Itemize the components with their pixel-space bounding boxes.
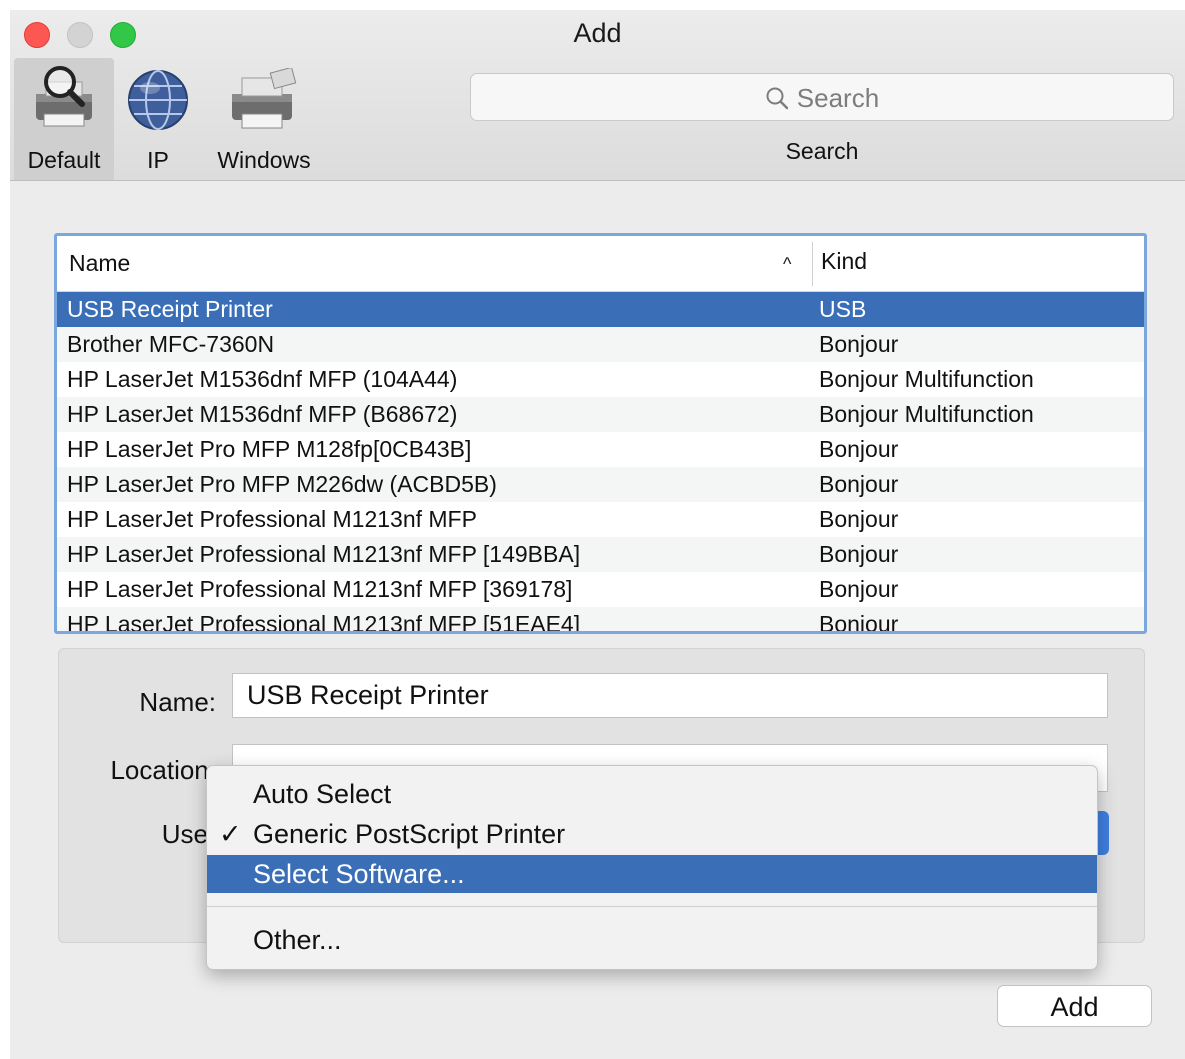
table-row[interactable]: HP LaserJet Pro MFP M226dw (ACBD5B) Bonjo… bbox=[57, 467, 1144, 502]
menu-item-label: Auto Select bbox=[253, 779, 392, 809]
add-button[interactable]: Add bbox=[997, 985, 1152, 1027]
column-divider bbox=[812, 242, 813, 286]
menu-item-label: Select Software... bbox=[253, 859, 465, 889]
printer-name: HP LaserJet M1536dnf MFP (104A44) bbox=[67, 366, 458, 392]
sort-ascending-icon[interactable]: ^ bbox=[783, 254, 791, 275]
tab-ip-label: IP bbox=[147, 147, 169, 173]
table-row[interactable]: HP LaserJet Pro MFP M128fp[0CB43B] Bonjou… bbox=[57, 432, 1144, 467]
printer-name: HP LaserJet Pro MFP M128fp[0CB43B] bbox=[67, 436, 472, 462]
table-row[interactable]: HP LaserJet M1536dnf MFP (B68672) Bonjour… bbox=[57, 397, 1144, 432]
checkmark-icon: ✓ bbox=[219, 819, 242, 849]
search-input[interactable]: Search bbox=[470, 73, 1174, 121]
menu-item-auto-select[interactable]: Auto Select bbox=[207, 775, 1097, 813]
printer-kind: Bonjour Multifunction bbox=[819, 366, 1034, 392]
location-label: Location: bbox=[110, 755, 216, 785]
printer-name: USB Receipt Printer bbox=[67, 296, 273, 322]
search-label: Search bbox=[785, 138, 859, 164]
menu-item-other[interactable]: Other... bbox=[207, 921, 1097, 959]
printer-kind: Bonjour bbox=[819, 541, 899, 567]
printer-rows: USB Receipt Printer USB Brother MFC-7360N… bbox=[57, 292, 1144, 634]
printer-kind: Bonjour Multifunction bbox=[819, 401, 1034, 427]
printer-kind: Bonjour bbox=[819, 331, 899, 357]
name-label: Name: bbox=[139, 687, 216, 717]
printer-name: HP LaserJet Professional M1213nf MFP [51… bbox=[67, 611, 581, 634]
printer-name: HP LaserJet Pro MFP M226dw (ACBD5B) bbox=[67, 471, 497, 497]
printer-kind: Bonjour bbox=[819, 471, 899, 497]
menu-item-select-software[interactable]: Select Software... bbox=[207, 855, 1097, 893]
menu-item-label: Generic PostScript Printer bbox=[253, 819, 566, 849]
tab-default[interactable]: Default bbox=[14, 58, 114, 180]
list-header: Name ^ Kind bbox=[57, 236, 1144, 292]
table-row[interactable]: HP LaserJet Professional M1213nf MFP [14… bbox=[57, 537, 1144, 572]
tab-windows-label: Windows bbox=[217, 147, 311, 173]
printer-kind: Bonjour bbox=[819, 576, 899, 602]
printer-name: HP LaserJet M1536dnf MFP (B68672) bbox=[67, 401, 458, 427]
window-title: Add bbox=[573, 18, 622, 48]
printer-list[interactable]: Name ^ Kind USB Receipt Printer USB Broth… bbox=[54, 233, 1147, 634]
table-row[interactable]: Brother MFC-7360N Bonjour bbox=[57, 327, 1144, 362]
table-row[interactable]: USB Receipt Printer USB bbox=[57, 292, 1144, 327]
menu-item-generic-postscript[interactable]: ✓ Generic PostScript Printer bbox=[207, 815, 1097, 853]
menu-separator bbox=[207, 906, 1097, 907]
tab-ip[interactable]: IP bbox=[122, 58, 194, 180]
table-row[interactable]: HP LaserJet Professional M1213nf MFP [51… bbox=[57, 607, 1144, 634]
toolbar: Add Default IP Windows Search Search bbox=[10, 10, 1185, 181]
printer-kind: Bonjour bbox=[819, 506, 899, 532]
printer-kind: Bonjour bbox=[819, 611, 899, 634]
globe-icon bbox=[128, 70, 188, 130]
tab-default-label: Default bbox=[27, 147, 101, 173]
printer-name: Brother MFC-7360N bbox=[67, 331, 275, 357]
table-row[interactable]: HP LaserJet Professional M1213nf MFP Bonj… bbox=[57, 502, 1144, 537]
column-header-kind[interactable]: Kind bbox=[821, 248, 867, 275]
use-label: Use bbox=[161, 819, 208, 849]
printer-name: HP LaserJet Professional M1213nf MFP bbox=[67, 506, 477, 532]
column-header-name[interactable]: Name bbox=[69, 250, 130, 277]
windows-printer-icon bbox=[232, 68, 297, 129]
default-printer-icon bbox=[36, 66, 92, 127]
search-placeholder: Search bbox=[796, 83, 880, 113]
printer-name: HP LaserJet Professional M1213nf MFP [36… bbox=[67, 576, 573, 602]
table-row[interactable]: HP LaserJet Professional M1213nf MFP [36… bbox=[57, 572, 1144, 607]
search-icon bbox=[766, 87, 788, 110]
add-printer-window: Add Default IP Windows Search Search Nam… bbox=[10, 10, 1185, 1059]
printer-kind: Bonjour bbox=[819, 436, 899, 462]
name-field[interactable]: USB Receipt Printer bbox=[232, 673, 1108, 718]
use-popup-menu: Auto Select ✓ Generic PostScript Printer… bbox=[206, 765, 1098, 970]
printer-name: HP LaserJet Professional M1213nf MFP [14… bbox=[67, 541, 581, 567]
tab-windows[interactable]: Windows bbox=[206, 58, 322, 180]
table-row[interactable]: HP LaserJet M1536dnf MFP (104A44) Bonjour… bbox=[57, 362, 1144, 397]
menu-item-label: Other... bbox=[253, 925, 342, 955]
printer-kind: USB bbox=[819, 296, 867, 322]
